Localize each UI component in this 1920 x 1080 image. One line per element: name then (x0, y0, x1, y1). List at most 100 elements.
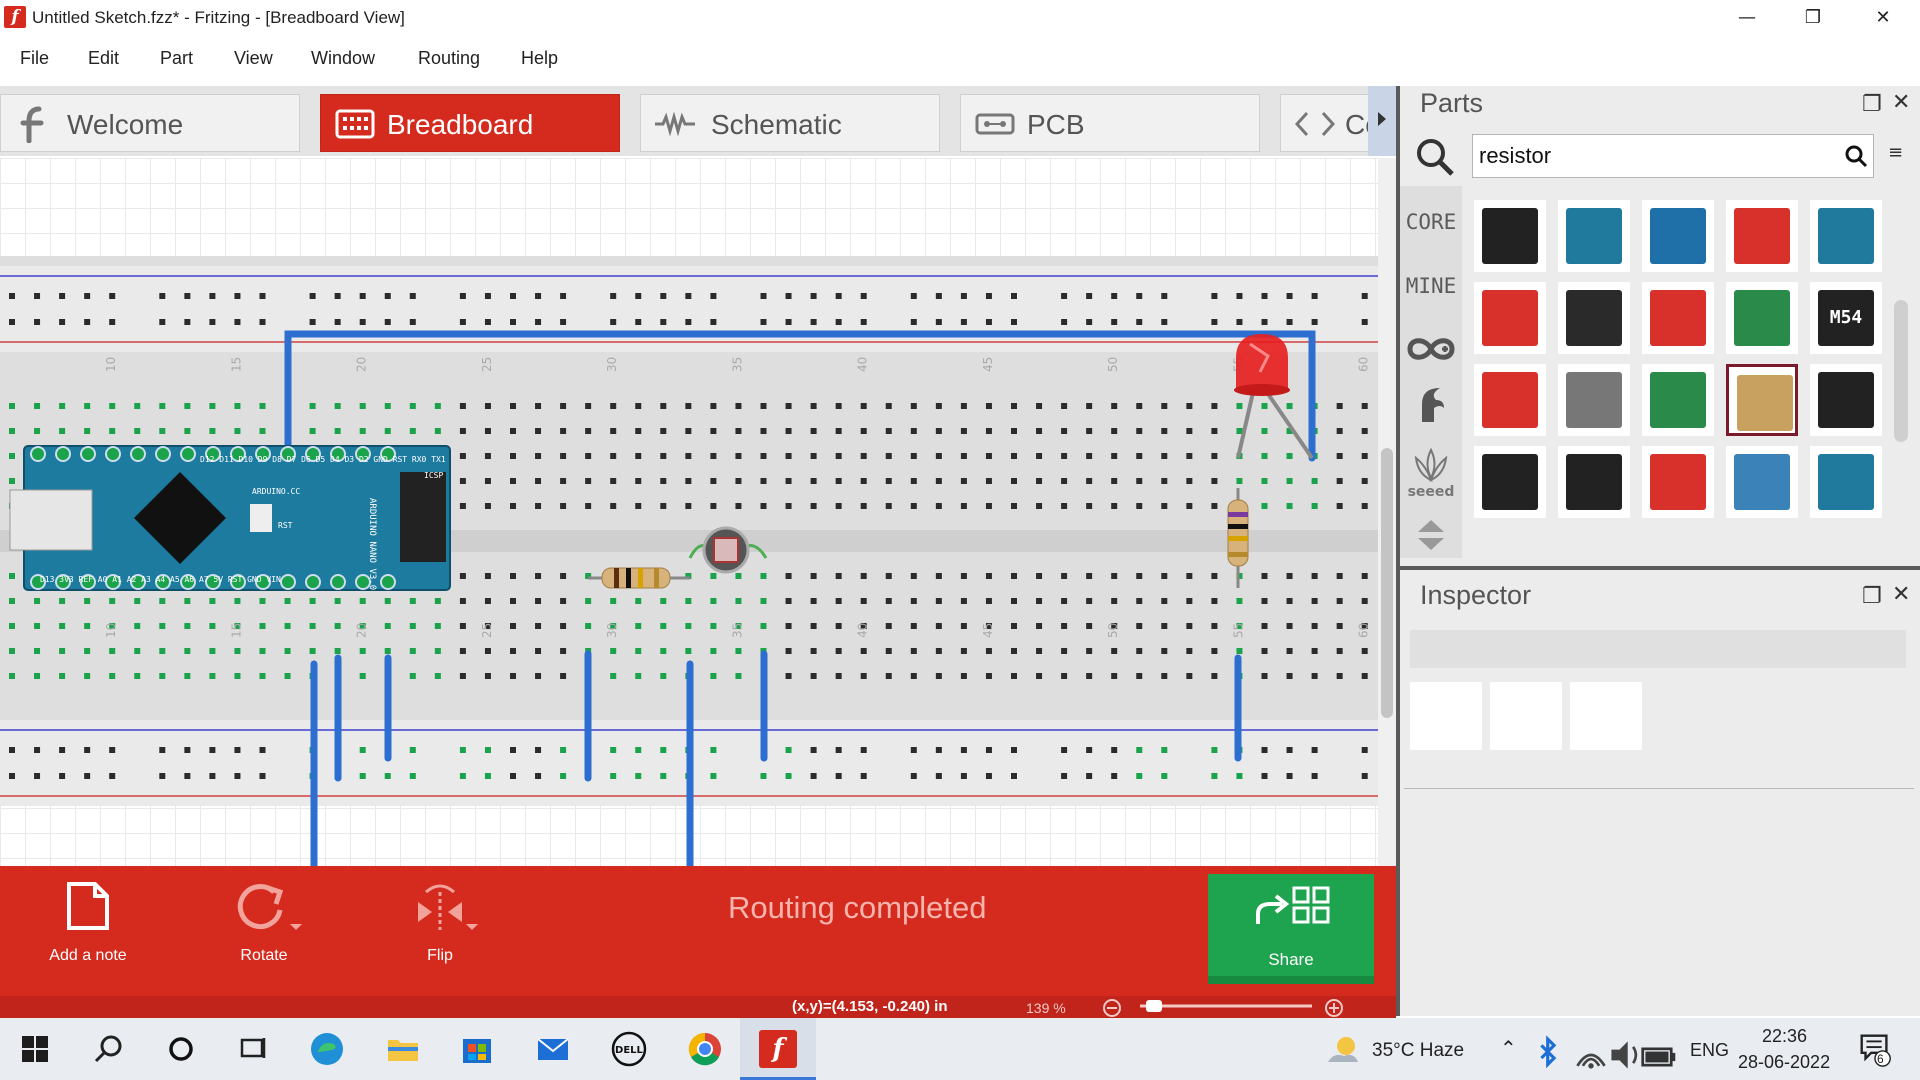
tab-pcb[interactable]: PCB (960, 94, 1260, 152)
weather-haze-icon[interactable] (1324, 1032, 1362, 1070)
part-result-item[interactable] (1726, 282, 1798, 354)
tab-breadboard[interactable]: Breadboard (320, 94, 620, 152)
file-explorer-icon[interactable] (384, 1030, 422, 1068)
breadboard-hole (585, 478, 592, 484)
menu-routing[interactable]: Routing (418, 48, 480, 69)
windows-start-icon[interactable] (16, 1030, 54, 1068)
tab-scroll-right-button[interactable] (1368, 86, 1396, 156)
part-result-item[interactable]: M54 (1810, 282, 1882, 354)
breadboard-hole (384, 403, 391, 409)
taskbar-search-icon[interactable] (90, 1030, 128, 1068)
part-result-item[interactable] (1558, 200, 1630, 272)
breadboard-hole (1311, 598, 1318, 604)
dell-icon[interactable]: DELL (610, 1030, 648, 1068)
part-result-item[interactable] (1726, 200, 1798, 272)
tab-schematic[interactable]: Schematic (640, 94, 940, 152)
part-result-item[interactable] (1474, 282, 1546, 354)
breadboard-hole (1036, 573, 1043, 579)
inspector-float-button[interactable]: ❐ (1862, 584, 1882, 609)
tab-code[interactable]: Cod (1280, 94, 1380, 152)
menu-window[interactable]: Window (311, 48, 375, 69)
breadboard-drawing[interactable]: 1010151520202525303035354040454550505555… (0, 158, 1380, 868)
part-result-item[interactable] (1558, 364, 1630, 436)
breadboard-hole (1136, 648, 1143, 654)
taskbar-fritzing-active[interactable]: f (740, 1018, 816, 1080)
breadboard-hole (1236, 648, 1243, 654)
parts-search-input[interactable] (1479, 141, 1819, 171)
part-result-item[interactable] (1558, 282, 1630, 354)
parts-menu-icon[interactable]: ≡ (1888, 142, 1903, 163)
bluetooth-icon[interactable] (1530, 1034, 1568, 1072)
breadboard-hole (985, 428, 992, 434)
inspector-close-button[interactable]: ✕ (1892, 582, 1910, 607)
part-result-item[interactable] (1558, 446, 1630, 518)
language-indicator[interactable]: ENG (1690, 1040, 1729, 1061)
breadboard-hole (710, 403, 717, 409)
zoom-slider[interactable] (1100, 998, 1360, 1018)
wifi-icon[interactable] (1572, 1036, 1610, 1074)
part-result-item[interactable] (1810, 364, 1882, 436)
parts-float-button[interactable]: ❐ (1862, 92, 1882, 117)
menu-help[interactable]: Help (521, 48, 558, 69)
battery-icon[interactable] (1640, 1038, 1678, 1076)
menu-view[interactable]: View (234, 48, 273, 69)
parts-close-button[interactable]: ✕ (1892, 90, 1910, 115)
breadboard-hole (835, 573, 842, 579)
vertical-scrollbar-thumb[interactable] (1381, 448, 1393, 718)
vertical-scrollbar[interactable] (1378, 158, 1396, 868)
flip-button[interactable]: Flip (380, 880, 500, 965)
restore-button[interactable]: ❐ (1778, 0, 1848, 35)
breadboard-canvas[interactable]: 1010151520202525303035354040454550505555… (0, 158, 1380, 868)
share-button[interactable]: Share (1208, 874, 1374, 984)
breadboard-hole (510, 428, 516, 434)
add-note-button[interactable]: Add a note (28, 880, 148, 965)
weather-text[interactable]: 35°C Haze (1372, 1040, 1464, 1062)
breadboard-hole (860, 573, 867, 579)
microsoft-store-icon[interactable] (458, 1030, 496, 1068)
minimize-button[interactable]: — (1712, 0, 1782, 35)
part-result-item[interactable] (1810, 446, 1882, 518)
menu-file[interactable]: File (20, 48, 49, 69)
part-result-item[interactable] (1642, 364, 1714, 436)
breadboard-hole (635, 598, 642, 604)
tab-welcome[interactable]: Welcome (0, 94, 300, 152)
mail-icon[interactable] (534, 1030, 572, 1068)
edge-browser-icon[interactable] (308, 1030, 346, 1068)
seeed-bin-icon[interactable]: seeed (1400, 444, 1462, 500)
part-result-item[interactable] (1810, 200, 1882, 272)
bin-mine[interactable]: MINE (1400, 274, 1462, 298)
part-result-item[interactable] (1726, 364, 1798, 436)
part-result-item[interactable] (1642, 200, 1714, 272)
parts-search-field[interactable] (1472, 134, 1874, 178)
search-submit-icon[interactable] (1843, 143, 1869, 169)
part-result-item[interactable] (1474, 200, 1546, 272)
part-result-item[interactable] (1642, 446, 1714, 518)
menu-part[interactable]: Part (160, 48, 193, 69)
search-icon[interactable] (1414, 136, 1456, 178)
breadboard-hole (1336, 428, 1343, 434)
part-result-item[interactable] (1474, 446, 1546, 518)
breadboard-hole (459, 503, 466, 509)
task-view-icon[interactable] (234, 1030, 272, 1068)
parts-scrollbar-thumb[interactable] (1894, 300, 1908, 442)
part-thumbnail (1650, 208, 1706, 264)
volume-icon[interactable] (1606, 1036, 1644, 1074)
bin-core[interactable]: CORE (1400, 210, 1462, 234)
clock-time[interactable]: 22:36 (1762, 1026, 1807, 1047)
part-result-item[interactable] (1474, 364, 1546, 436)
part-result-item[interactable] (1642, 282, 1714, 354)
tray-chevron-up-icon[interactable]: ⌃ (1500, 1036, 1517, 1061)
breadboard-hole (309, 428, 316, 434)
chrome-icon[interactable] (686, 1030, 724, 1068)
close-window-button[interactable]: ✕ (1848, 0, 1918, 35)
bin-scroll-arrows-icon[interactable] (1400, 514, 1462, 554)
clock-date[interactable]: 28-06-2022 (1738, 1052, 1830, 1073)
cortana-icon[interactable] (162, 1030, 200, 1068)
menu-edit[interactable]: Edit (88, 48, 119, 69)
rotate-button[interactable]: Rotate (204, 880, 324, 965)
notification-center-icon[interactable] (1856, 1030, 1894, 1068)
part-result-item[interactable] (1726, 446, 1798, 518)
arduino-bin-icon[interactable] (1400, 332, 1462, 366)
breadboard-hole (284, 648, 291, 654)
sparkfun-bin-icon[interactable] (1400, 382, 1462, 426)
